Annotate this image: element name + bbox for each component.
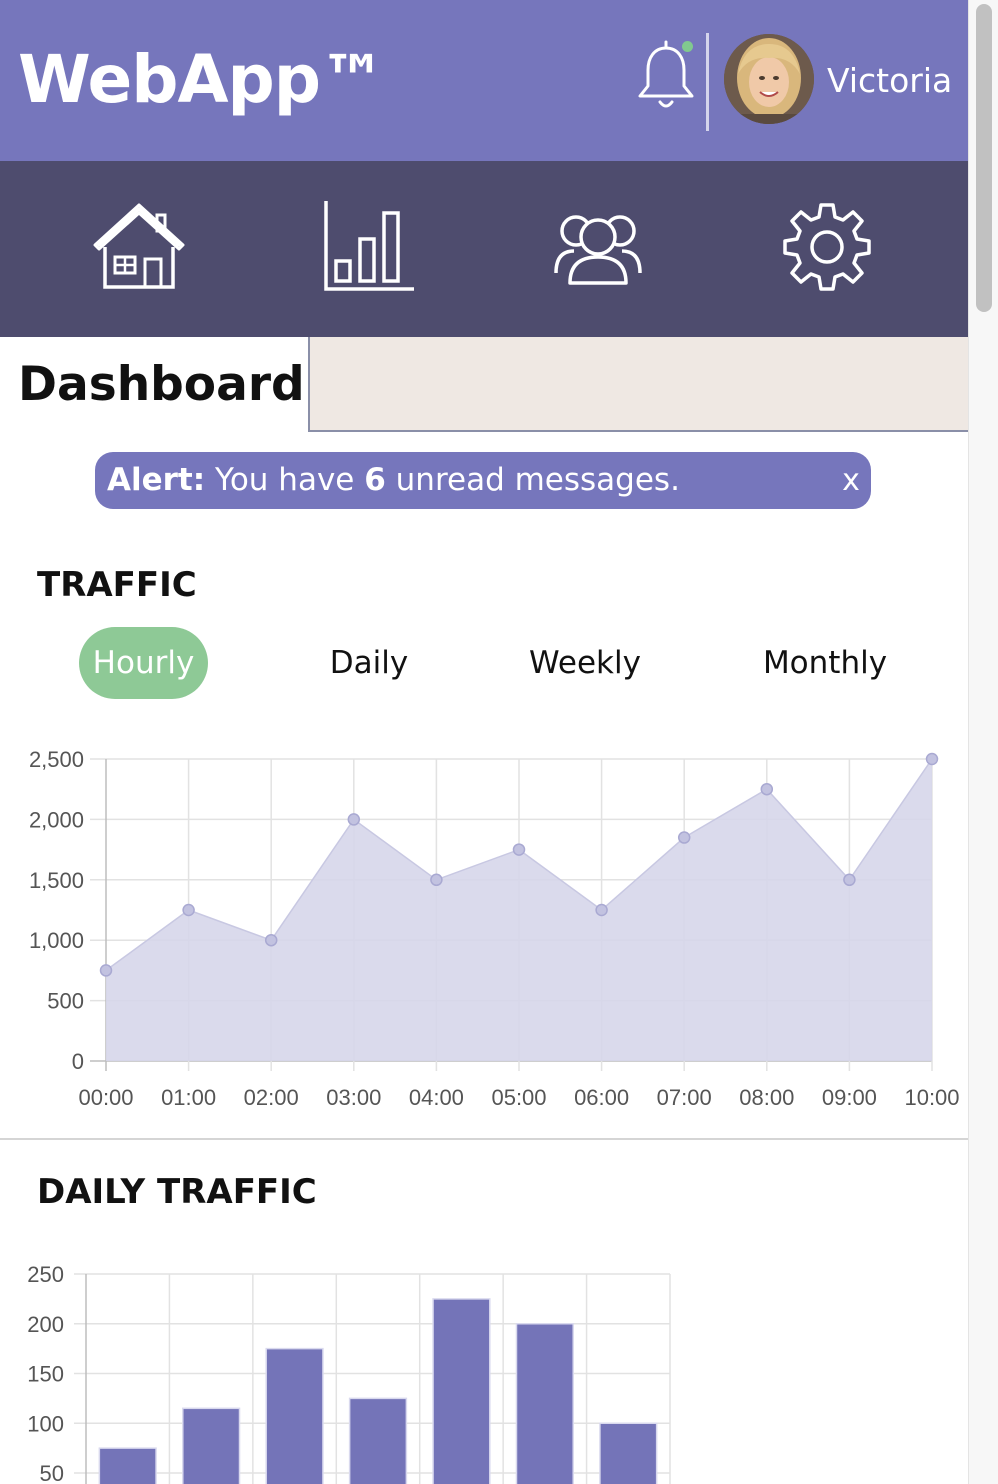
x-tick-label: 08:00 [739,1085,794,1110]
tab-daily[interactable]: Daily [310,627,428,699]
x-tick-label: 00:00 [78,1085,133,1110]
alert-text-after: unread messages. [385,462,680,498]
traffic-line-chart: 0 500 1,000 1,500 2,000 2,500 00:00 01:00 02:00 0… [29,747,960,1110]
page: WebApp™ Victoria Dashboard Alert: You ha… [0,0,968,1484]
avatar[interactable] [724,34,814,124]
alert-text-before: You have [205,462,365,498]
y-tick-label: 250 [27,1262,64,1287]
y-tick-label: 100 [27,1411,64,1436]
data-point [99,964,113,977]
data-point [347,813,361,826]
y-tick-label: 500 [47,989,84,1014]
header-divider [706,33,709,131]
page-title: Dashboard [18,357,305,412]
daily-traffic-title: DAILY TRAFFIC [37,1172,317,1212]
y-tick-label: 1,000 [29,928,84,953]
x-tick-label: 09:00 [822,1085,877,1110]
data-point [843,873,856,887]
bar [182,1407,241,1484]
x-tick-label: 02:00 [244,1085,299,1110]
alert-banner: Alert: You have 6 unread messages. x [95,452,871,509]
y-tick-label: 2,000 [29,807,84,832]
nav-item-analytics[interactable] [318,197,418,297]
x-tick-label: 06:00 [574,1085,629,1110]
user-name[interactable]: Victoria [827,60,952,102]
bar [599,1422,658,1484]
users-icon [554,215,642,285]
y-tick-label: 2,500 [29,747,84,772]
tab-weekly[interactable]: Weekly [512,627,658,699]
data-point [182,903,195,917]
scrollbar-thumb[interactable] [976,4,992,312]
nav-item-members[interactable] [548,197,648,297]
traffic-title: TRAFFIC [37,565,197,605]
alert-count: 6 [364,462,386,498]
bar [515,1323,574,1484]
x-tick-label: 01:00 [161,1085,216,1110]
data-point [512,843,526,856]
data-point [925,752,939,766]
x-tick-label: 05:00 [491,1085,546,1110]
data-point [595,903,608,917]
data-point [677,831,691,844]
app-header: WebApp™ Victoria [0,0,968,161]
home-icon [93,203,185,289]
section-divider [0,1138,968,1140]
bar [98,1447,157,1484]
data-point [264,933,278,947]
tab-hourly[interactable]: Hourly [79,627,208,699]
tab-monthly[interactable]: Monthly [744,627,906,699]
bar [348,1397,408,1484]
app-title: WebApp™ [18,41,386,118]
bar [432,1298,491,1484]
gear-icon [783,203,871,291]
x-tick-label: 04:00 [409,1085,464,1110]
y-tick-label: 1,500 [29,868,84,893]
y-tick-label: 200 [27,1312,64,1337]
notification-dot [682,41,693,52]
y-tick-label: 0 [72,1049,84,1074]
daily-traffic-bar-chart: 50 100 150 200 250 [27,1262,671,1484]
bar-chart-icon [324,201,414,291]
nav-item-settings[interactable] [777,197,877,297]
data-point [760,782,774,796]
y-tick-label: 150 [27,1362,64,1387]
alert-close-button[interactable]: x [841,452,861,509]
traffic-tabs: Hourly Daily Weekly Monthly [0,627,968,699]
y-tick-label: 50 [40,1461,64,1484]
main-nav [0,161,968,337]
x-tick-label: 10:00 [904,1085,959,1110]
bar [265,1347,324,1484]
search-area [308,337,968,432]
data-point [430,873,443,887]
nav-item-home[interactable] [89,197,189,297]
x-tick-label: 03:00 [326,1085,381,1110]
alert-label: Alert: [107,462,206,498]
x-tick-label: 07:00 [657,1085,712,1110]
